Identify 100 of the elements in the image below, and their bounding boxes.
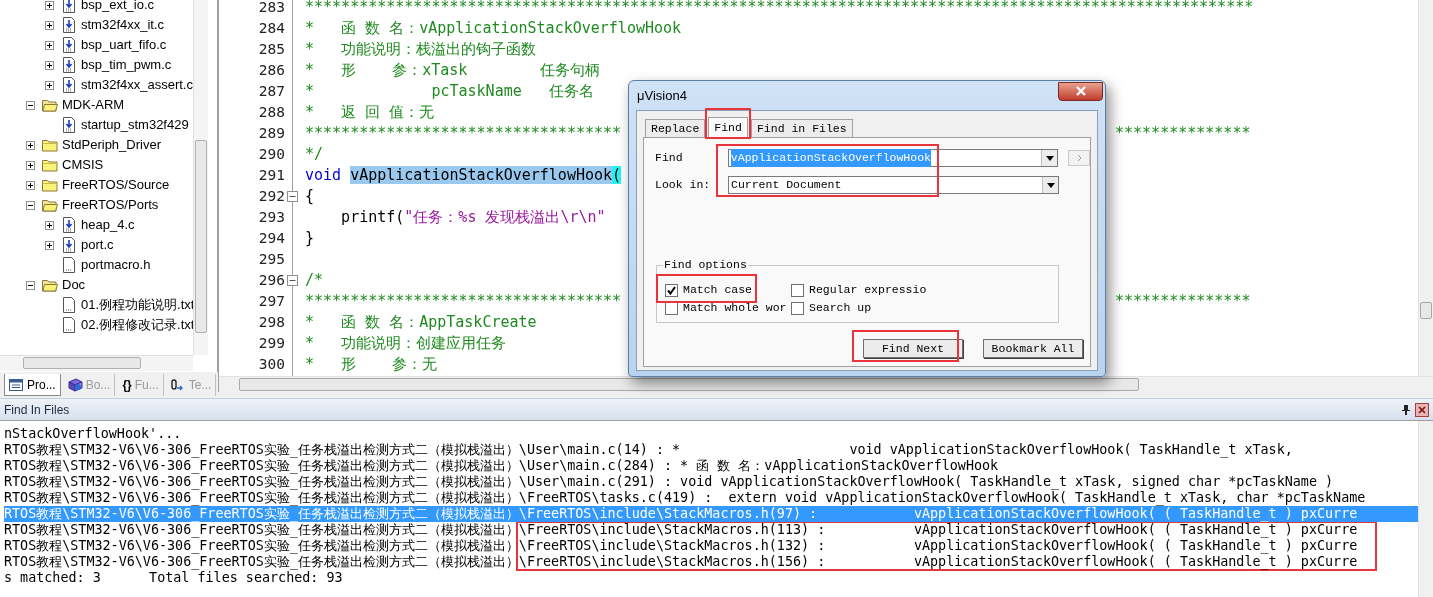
file-icon: [61, 237, 77, 253]
line-number: 292: [257, 187, 286, 206]
line-number: 298: [257, 313, 286, 332]
panel-tab[interactable]: {} Fu...: [118, 374, 164, 396]
group-title: Find options: [663, 258, 748, 272]
dialog-tab[interactable]: Find: [708, 117, 748, 138]
folder-icon: [42, 97, 58, 113]
line-number: 288: [257, 103, 286, 122]
close-button[interactable]: [1058, 81, 1103, 101]
checkbox-label[interactable]: Regular expressio: [809, 281, 927, 299]
dropdown-button[interactable]: [1041, 150, 1058, 166]
checkbox[interactable]: [665, 283, 678, 297]
tree-item[interactable]: FreeRTOS/Source: [62, 175, 170, 195]
tree-item[interactable]: stm32f4xx_assert.c: [81, 75, 193, 95]
expand-toggle[interactable]: [26, 280, 35, 290]
vertical-scrollbar[interactable]: [193, 0, 208, 355]
tree-item[interactable]: portmacro.h: [81, 255, 151, 275]
close-button[interactable]: [1415, 402, 1429, 417]
checkbox-label[interactable]: Match case: [683, 281, 752, 299]
expand-toggle[interactable]: [26, 140, 35, 150]
tree-item[interactable]: FreeRTOS/Ports: [62, 195, 159, 215]
tree-item[interactable]: CMSIS: [62, 155, 104, 175]
caret-icon: [1045, 155, 1054, 161]
tree-item[interactable]: heap_4.c: [81, 215, 135, 235]
tree-item[interactable]: bsp_uart_fifo.c: [81, 35, 167, 55]
code-line: * 形 参：xTask 任务句柄: [304, 60, 600, 81]
result-line[interactable]: RTOS教程\STM32-V6\V6-306_FreeRTOS实验_任务栈溢出检测方式二（模拟栈溢出）\FreeRTOS\include\StackMacros.h(132) : vApplicationStackOverflowHook( ( TaskHandle_t ) pxCurre: [4, 538, 1418, 554]
line-number: 289: [257, 124, 286, 143]
file-icon: [61, 17, 77, 33]
code-line: printf("任务：%s 发现栈溢出\r\n": [340, 207, 606, 228]
result-line[interactable]: RTOS教程\STM32-V6\V6-306_FreeRTOS实验_任务栈溢出检测方式二（模拟栈溢出）\FreeRTOS\tasks.c(419) : extern void vApplicationStackOverflowHook( TaskHandle_t xTask, char *pcTaskName: [4, 490, 1418, 506]
line-number: 285: [257, 40, 286, 59]
dropdown-button[interactable]: [1042, 177, 1058, 193]
file-icon: [61, 37, 77, 53]
tree-item[interactable]: startup_stm32f429: [81, 115, 189, 135]
result-line[interactable]: RTOS教程\STM32-V6\V6-306_FreeRTOS实验_任务栈溢出检测方式二（模拟栈溢出）\FreeRTOS\include\StackMacros.h(156) : vApplicationStackOverflowHook( ( TaskHandle_t ) pxCurre: [4, 554, 1418, 570]
vertical-scrollbar[interactable]: [1418, 0, 1433, 376]
folder-icon: [42, 277, 58, 293]
window-title: μVision4: [637, 86, 687, 105]
expand-toggle[interactable]: [45, 220, 54, 230]
vertical-scrollbar[interactable]: [1418, 421, 1433, 597]
expand-toggle[interactable]: [45, 240, 54, 250]
tree-item[interactable]: bsp_tim_pwm.c: [81, 55, 172, 75]
tree-item[interactable]: bsp_ext_io.c: [81, 0, 154, 15]
code-line: {: [304, 186, 315, 207]
document-icon: [61, 317, 77, 333]
code-line: * pcTaskName 任务名: [304, 81, 594, 102]
field-label: Find: [655, 150, 684, 167]
document-icon: [61, 297, 77, 313]
line-number: 291: [257, 166, 286, 185]
expand-toggle[interactable]: [26, 180, 35, 190]
pin-icon[interactable]: [1401, 403, 1411, 416]
expand-toggle[interactable]: [26, 160, 35, 170]
result-line[interactable]: RTOS教程\STM32-V6\V6-306_FreeRTOS实验_任务栈溢出检测方式二（模拟栈溢出）\User\main.c(284) : * 函 数 名：vApplicationStackOverflowHook: [4, 458, 1418, 474]
dialog-button[interactable]: Bookmark All: [983, 339, 1083, 358]
expand-toggle[interactable]: [45, 80, 54, 90]
caret-icon: [1046, 182, 1055, 188]
book-icon: [67, 378, 83, 392]
code-line: void vApplicationStackOverflowHook(: [304, 165, 622, 186]
dialog-tab[interactable]: Replace: [645, 119, 706, 137]
line-number: 284: [257, 19, 286, 38]
fold-toggle[interactable]: [287, 275, 298, 286]
look-in-dropdown[interactable]: Current Document: [728, 176, 1059, 194]
expand-toggle[interactable]: [26, 200, 35, 210]
dialog-button[interactable]: Find Next: [863, 339, 963, 358]
checkbox[interactable]: [791, 283, 804, 297]
expand-toggle[interactable]: [45, 60, 54, 70]
tree-item[interactable]: StdPeriph_Driver: [62, 135, 161, 155]
panel-tab[interactable]: Pro...: [4, 374, 61, 396]
close-icon: [1418, 405, 1426, 414]
dialog-tab[interactable]: Find in Files: [750, 119, 853, 137]
code-line: *********************************************************************************************************: [304, 0, 1254, 18]
result-line[interactable]: RTOS教程\STM32-V6\V6-306_FreeRTOS实验_任务栈溢出检测方式二（模拟栈溢出）\FreeRTOS\include\StackMacros.h(113) : vApplicationStackOverflowHook( ( TaskHandle_t ) pxCurre: [4, 522, 1418, 538]
fold-toggle[interactable]: [287, 191, 298, 202]
checkbox-label[interactable]: Match whole wor: [683, 299, 787, 317]
checkbox[interactable]: [791, 301, 804, 315]
folder-icon: [42, 197, 58, 213]
tree-item[interactable]: stm32f4xx_it.c: [81, 15, 165, 35]
result-line[interactable]: RTOS教程\STM32-V6\V6-306_FreeRTOS实验_任务栈溢出检测方式二（模拟栈溢出）\User\main.c(291) : void vApplicationStackOverflowHook( TaskHandle_t xTask, signed char *pcTaskName ): [4, 474, 1418, 490]
result-line[interactable]: nStackOverflowHook'...: [4, 426, 1418, 442]
expand-toggle[interactable]: [45, 40, 54, 50]
document-icon: [61, 257, 77, 273]
checkbox-label[interactable]: Search up: [809, 299, 872, 317]
horizontal-scrollbar[interactable]: [219, 376, 1433, 392]
code-line: ***********************************: [304, 123, 622, 144]
line-number: 283: [257, 0, 286, 17]
result-line[interactable]: RTOS教程\STM32-V6\V6-306_FreeRTOS实验_任务栈溢出检测方式二（模拟栈溢出）\User\main.c(14) : * void vApplicationStackOverflowHook( TaskHandle_t xTask,: [4, 442, 1418, 458]
field-label: Look in:: [655, 177, 712, 194]
tree-item[interactable]: port.c: [81, 235, 114, 255]
expand-toggle[interactable]: [45, 20, 54, 30]
tree-item[interactable]: Doc: [62, 275, 86, 295]
summary-text: s matched: 3 Total files searched: 93: [4, 570, 344, 586]
expand-toggle[interactable]: [26, 100, 35, 110]
chevron-icon: [1076, 154, 1082, 162]
horizontal-scrollbar[interactable]: [0, 355, 193, 371]
window-icon: [9, 377, 24, 392]
line-number: 290: [257, 145, 286, 164]
tree-item[interactable]: MDK-ARM: [62, 95, 125, 115]
folder-icon: [42, 157, 58, 173]
expand-toggle[interactable]: [45, 0, 54, 10]
